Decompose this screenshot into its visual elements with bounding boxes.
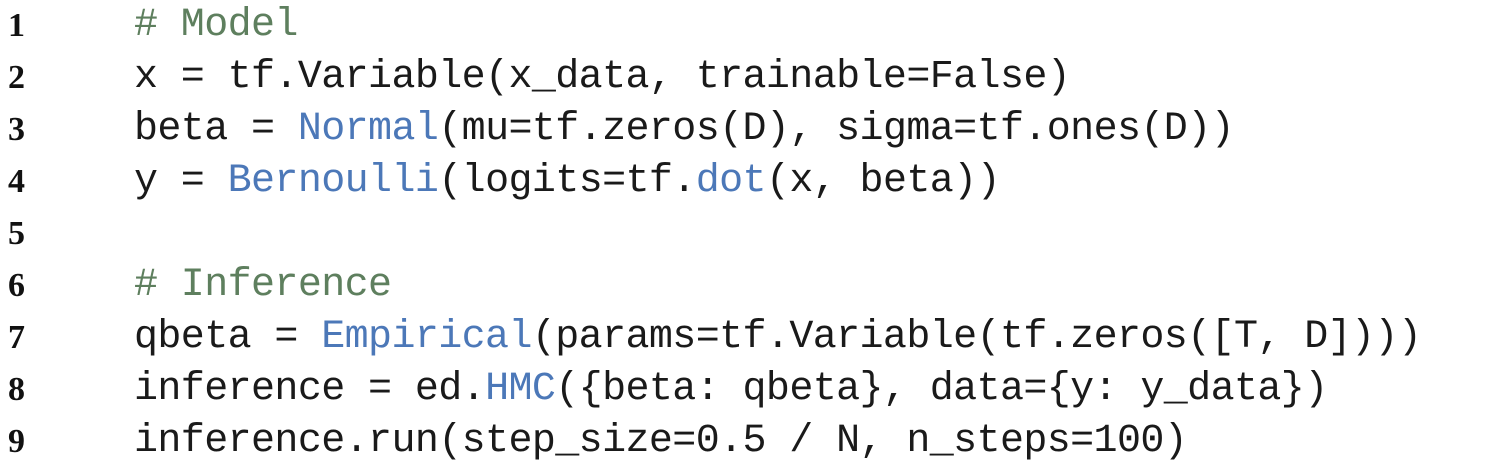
code-listing: 1 # Model 2 x = tf.Variable(x_data, trainab…: [0, 0, 1504, 472]
line-number: 7: [8, 319, 25, 356]
code-text: # Inference: [134, 260, 392, 312]
code-token: beta =: [134, 107, 298, 152]
code-comment: # Model: [134, 3, 298, 48]
code-identifier-highlight: Bernoulli: [227, 159, 439, 204]
code-token: inference.run(step_size=0.5 / N, n_steps…: [134, 419, 1188, 464]
code-token: x = tf.Variable(x_data, trainable=False): [134, 55, 1071, 100]
code-identifier-highlight: Empirical: [321, 315, 532, 360]
code-line: 8 inference = ed.HMC({beta: qbeta}, data=…: [0, 364, 1504, 416]
code-text: qbeta = Empirical(params=tf.Variable(tf.…: [134, 312, 1422, 364]
line-number: 3: [8, 111, 25, 148]
code-text: inference = ed.HMC({beta: qbeta}, data={…: [134, 364, 1328, 416]
code-text: inference.run(step_size=0.5 / N, n_steps…: [134, 416, 1188, 468]
code-line: 7 qbeta = Empirical(params=tf.Variable(tf…: [0, 312, 1504, 364]
code-line: 6 # Inference: [0, 260, 1504, 312]
code-line: 5: [0, 208, 1504, 260]
code-line: 2 x = tf.Variable(x_data, trainable=False…: [0, 52, 1504, 104]
code-comment: # Inference: [134, 263, 392, 308]
line-number: 9: [8, 423, 25, 460]
code-line: 4 y = Bernoulli(logits=tf.dot(x, beta)): [0, 156, 1504, 208]
code-token: inference = ed.: [134, 367, 486, 412]
line-number: 6: [8, 267, 25, 304]
code-identifier-highlight: Normal: [297, 107, 439, 152]
code-token: ({beta: qbeta}, data={y: y_data}): [555, 367, 1328, 412]
code-token: (x, beta)): [765, 159, 1001, 204]
line-number: 8: [8, 371, 25, 408]
line-number: 5: [8, 215, 25, 252]
code-line: 1 # Model: [0, 0, 1504, 52]
code-token: (logits=tf.: [438, 159, 696, 204]
code-text: # Model: [134, 0, 298, 52]
code-identifier-highlight: dot: [695, 159, 767, 204]
line-number: 2: [8, 59, 25, 96]
code-token: (mu=tf.zeros(D), sigma=tf.ones(D)): [438, 107, 1234, 152]
line-number: 4: [8, 163, 25, 200]
line-number: 1: [8, 7, 25, 44]
code-text: beta = Normal(mu=tf.zeros(D), sigma=tf.o…: [134, 104, 1235, 156]
code-text: x = tf.Variable(x_data, trainable=False): [134, 52, 1071, 104]
code-line: 3 beta = Normal(mu=tf.zeros(D), sigma=tf.…: [0, 104, 1504, 156]
code-text: y = Bernoulli(logits=tf.dot(x, beta)): [134, 156, 1001, 208]
code-token: y =: [134, 159, 228, 204]
code-identifier-highlight: HMC: [485, 367, 556, 412]
code-token: (params=tf.Variable(tf.zeros([T, D]))): [531, 315, 1422, 360]
code-line: 9 inference.run(step_size=0.5 / N, n_step…: [0, 416, 1504, 468]
code-token: qbeta =: [134, 315, 322, 360]
